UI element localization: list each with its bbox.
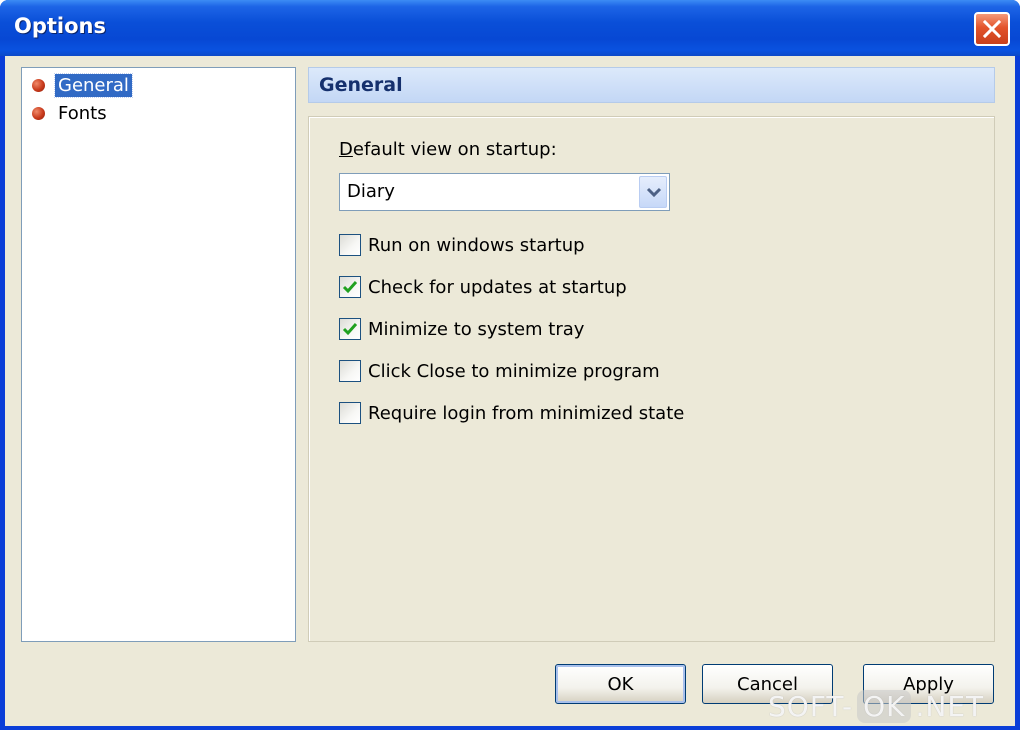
watermark-part: .NET — [915, 689, 985, 723]
tree-item-label: Fonts — [58, 102, 107, 124]
check-updates-checkbox[interactable] — [339, 276, 361, 298]
minimize-to-tray-checkbox[interactable] — [339, 318, 361, 340]
dialog-body: General Fonts General Default view on st… — [5, 56, 1015, 726]
options-window: Options General Fonts General Default vi… — [0, 0, 1020, 730]
close-minimizes-checkbox[interactable] — [339, 360, 361, 382]
run-on-startup-label: Run on windows startup — [368, 234, 585, 256]
checkmark-icon — [342, 323, 358, 336]
window-title: Options — [14, 14, 106, 38]
section-title: General — [319, 74, 403, 96]
check-updates-label: Check for updates at startup — [368, 276, 627, 298]
bullet-icon — [32, 78, 45, 92]
run-on-startup-option[interactable]: Run on windows startup — [339, 232, 585, 258]
require-login-option[interactable]: Require login from minimized state — [339, 400, 684, 426]
minimize-to-tray-option[interactable]: Minimize to system tray — [339, 316, 584, 342]
require-login-label: Require login from minimized state — [368, 402, 685, 424]
minimize-to-tray-label: Minimize to system tray — [368, 318, 585, 340]
chevron-down-icon — [646, 187, 662, 198]
bullet-icon — [32, 106, 45, 120]
close-button[interactable] — [974, 12, 1010, 46]
watermark-part: SOFT- — [768, 689, 854, 723]
dropdown-button[interactable] — [639, 176, 667, 208]
tree-item-label: General — [54, 72, 133, 98]
watermark: SOFT- OK .NET — [768, 686, 984, 726]
ok-button[interactable]: OK — [555, 664, 686, 704]
tree-item-general[interactable]: General — [32, 72, 133, 98]
default-view-value: Diary — [347, 181, 395, 202]
default-view-label: Default view on startup: — [339, 139, 557, 160]
default-view-label-mnemonic: D — [339, 139, 353, 160]
tree-item-fonts[interactable]: Fonts — [32, 100, 110, 126]
checkmark-icon — [342, 281, 358, 294]
run-on-startup-checkbox[interactable] — [339, 234, 361, 256]
default-view-select[interactable]: Diary — [339, 173, 670, 211]
watermark-part: OK — [857, 689, 912, 723]
close-minimizes-option[interactable]: Click Close to minimize program — [339, 358, 660, 384]
check-updates-option[interactable]: Check for updates at startup — [339, 274, 627, 300]
title-bar[interactable]: Options — [0, 0, 1020, 56]
close-minimizes-label: Click Close to minimize program — [368, 360, 660, 382]
default-view-label-text: efault view on startup: — [352, 139, 557, 160]
section-header: General — [308, 67, 995, 103]
require-login-checkbox[interactable] — [339, 402, 361, 424]
category-tree: General Fonts — [21, 67, 296, 642]
close-icon — [983, 20, 1001, 38]
general-settings-panel: Default view on startup: Diary Run on wi… — [308, 116, 995, 642]
